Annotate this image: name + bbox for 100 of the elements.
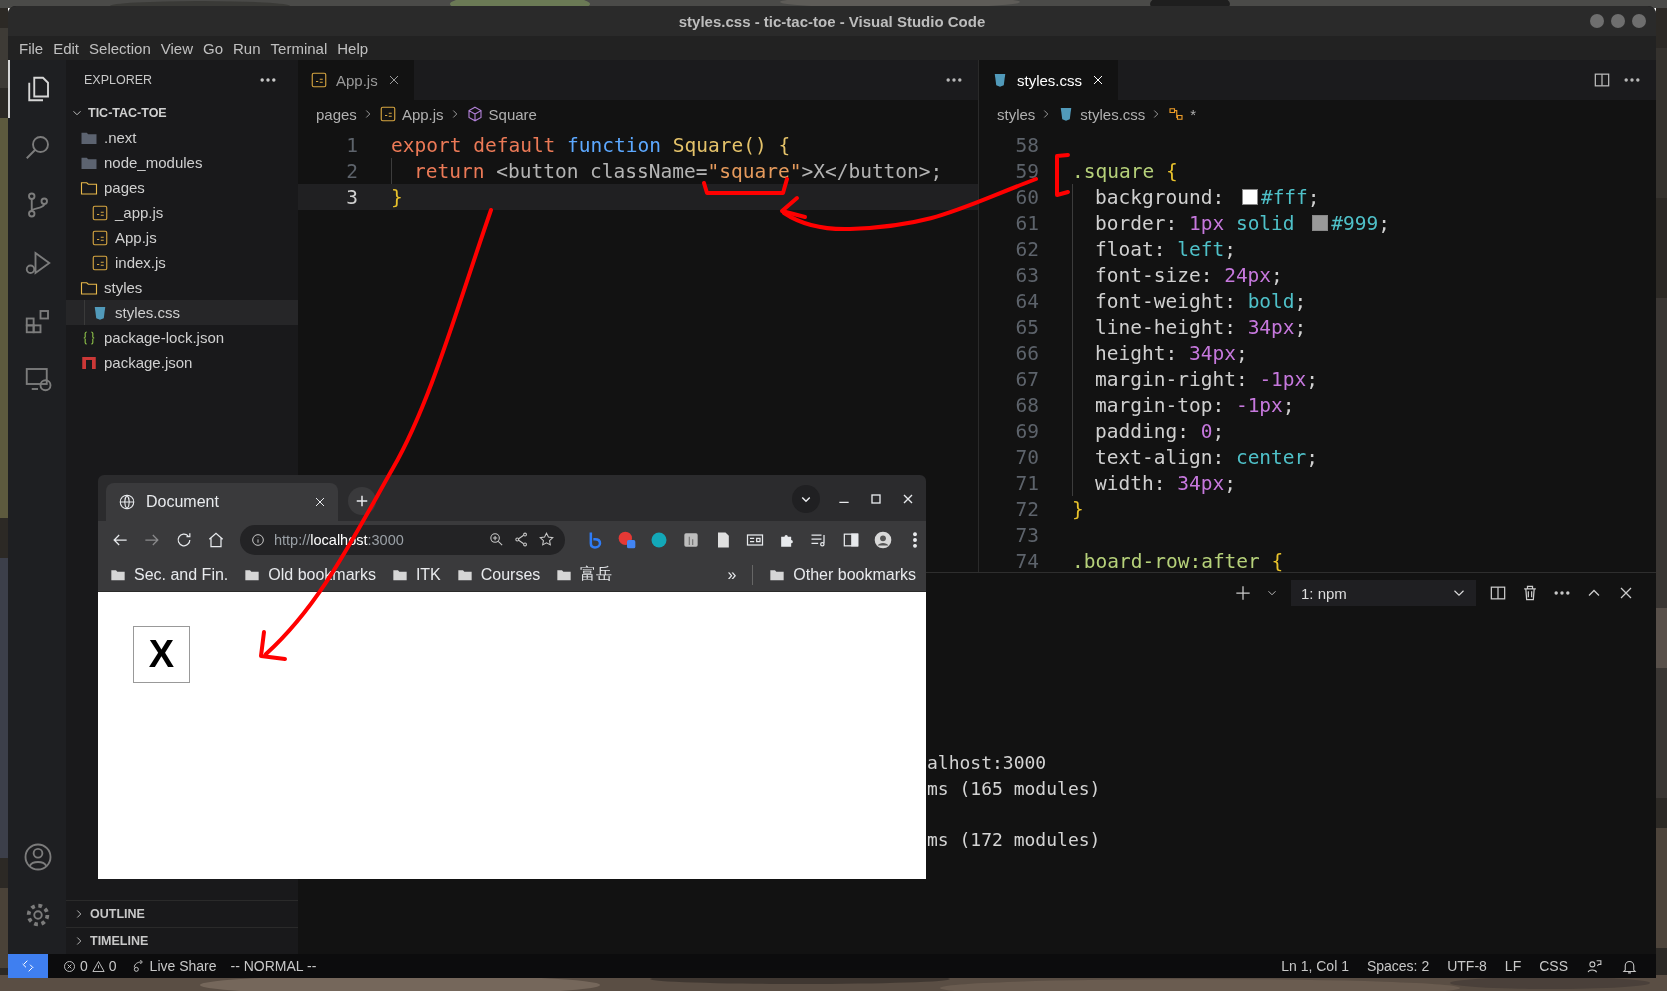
menu-item[interactable]: File <box>14 39 49 57</box>
window-button[interactable] <box>1632 14 1646 28</box>
error-count[interactable]: 0 <box>80 958 88 974</box>
menu-item[interactable]: Selection <box>84 39 156 57</box>
line-number: 71 <box>1014 471 1039 495</box>
file-icon <box>91 253 109 272</box>
line-number: 72 <box>1014 497 1039 521</box>
status-item[interactable]: LF <box>1504 958 1522 974</box>
breadcrumb[interactable]: styles.css <box>1057 105 1146 123</box>
code-line: } <box>1072 496 1084 522</box>
window-button[interactable] <box>1590 14 1604 28</box>
tree-item[interactable]: styles <box>104 279 143 296</box>
code-line: height: 34px; <box>1072 340 1248 366</box>
breadcrumb[interactable]: App.js <box>378 105 444 123</box>
browser-tab[interactable]: Document <box>106 483 338 521</box>
annotation-bracket <box>1055 153 1070 197</box>
line-number: 64 <box>1014 289 1039 313</box>
code-line: } <box>391 184 403 210</box>
bookmark[interactable]: Other bookmarks <box>793 565 916 584</box>
menu-item[interactable]: Edit <box>48 39 85 57</box>
tree-item[interactable]: _app.js <box>115 204 164 221</box>
window-title: styles.css - tic-tac-toe - Visual Studio Code <box>678 12 986 30</box>
bookmark[interactable]: 富岳 <box>580 564 613 585</box>
line-number: 61 <box>1014 211 1039 235</box>
status-item[interactable]: Ln 1, Col 1 <box>1281 958 1349 974</box>
zoom-icon[interactable] <box>488 531 505 548</box>
code-line: .board-row:after { <box>1072 548 1284 572</box>
menu-item[interactable]: Run <box>228 39 266 57</box>
line-number: 2 <box>345 159 358 183</box>
code-line: border: 1px solid #999; <box>1072 210 1391 236</box>
feedback-icon[interactable] <box>1586 957 1603 975</box>
window-button[interactable] <box>1611 14 1625 28</box>
error-icon <box>62 958 77 974</box>
breadcrumb[interactable]: styles <box>997 105 1036 123</box>
live-share-button[interactable]: Live Share <box>149 958 217 974</box>
code-line: text-align: center; <box>1072 444 1319 470</box>
tree-item[interactable]: pages <box>104 179 145 196</box>
warning-count[interactable]: 0 <box>108 958 117 974</box>
file-icon <box>310 71 328 89</box>
menu-item[interactable]: View <box>155 39 198 57</box>
globe-icon <box>118 493 136 511</box>
menu-item[interactable]: Terminal <box>265 39 333 57</box>
code-line: margin-top: -1px; <box>1072 392 1295 418</box>
code-line: export default function Square() { <box>391 132 791 158</box>
tree-item[interactable]: App.js <box>115 229 157 246</box>
line-number: 68 <box>1014 393 1039 417</box>
breadcrumb[interactable]: Square <box>465 105 537 123</box>
cube-icon <box>465 105 484 123</box>
overflow-button[interactable]: » <box>727 565 737 584</box>
menu-item[interactable]: Go <box>198 39 228 57</box>
line-number: 74 <box>1014 549 1039 572</box>
line-number: 1 <box>345 133 358 157</box>
status-item[interactable]: UTF-8 <box>1447 958 1487 974</box>
share-icon[interactable] <box>513 531 530 548</box>
status-item[interactable]: CSS <box>1539 958 1568 974</box>
bookmark[interactable]: Sec. and Fin. <box>134 565 229 584</box>
file-icon <box>91 228 109 247</box>
terminal-line: ms (172 modules) <box>927 828 1102 852</box>
maximize-icon[interactable] <box>868 491 884 507</box>
sidebar-title: EXPLORER <box>84 73 153 87</box>
breadcrumb[interactable]: * <box>1167 105 1197 123</box>
tree-item[interactable]: index.js <box>115 254 166 271</box>
status-item[interactable]: Spaces: 2 <box>1366 958 1430 974</box>
line-number: 58 <box>1014 133 1039 157</box>
editor-tab[interactable]: App.js <box>298 60 414 100</box>
bookmark[interactable]: Courses <box>480 565 541 584</box>
section-header[interactable]: TIMELINE <box>90 934 149 948</box>
breadcrumb[interactable]: pages <box>316 105 357 123</box>
menu-item[interactable]: Help <box>332 39 374 57</box>
line-number: 65 <box>1014 315 1039 339</box>
line-number: 60 <box>1014 185 1039 209</box>
tree-item[interactable]: styles.css <box>115 304 180 321</box>
square-button[interactable]: X <box>133 626 190 683</box>
warning-icon <box>90 958 106 974</box>
code-line: width: 34px; <box>1072 470 1236 496</box>
folder-header[interactable]: TIC-TAC-TOE <box>88 105 167 120</box>
tree-item[interactable]: package.json <box>104 354 193 371</box>
tree-item[interactable]: .next <box>104 129 137 146</box>
remote-icon <box>20 958 36 974</box>
code-line: line-height: 34px; <box>1072 314 1307 340</box>
tree-item[interactable]: node_modules <box>104 154 203 171</box>
bookmark[interactable]: ITK <box>415 565 441 584</box>
terminal-line: ms (165 modules) <box>927 777 1102 801</box>
avatar-icon[interactable] <box>873 529 893 550</box>
editor-tab[interactable]: styles.css <box>979 60 1118 100</box>
status-item[interactable]: -- NORMAL -- <box>230 958 317 974</box>
star-icon[interactable] <box>538 531 555 548</box>
line-number: 66 <box>1014 341 1039 365</box>
section-header[interactable]: OUTLINE <box>90 907 145 921</box>
symbol-icon <box>1167 105 1186 123</box>
extension-icon[interactable] <box>617 529 637 550</box>
line-number: 62 <box>1014 237 1039 261</box>
line-number: 59 <box>1014 159 1039 183</box>
tree-item[interactable]: package-lock.json <box>104 329 225 346</box>
account-icon[interactable] <box>23 842 53 872</box>
code-line: float: left; <box>1072 236 1236 262</box>
terminal-dropdown[interactable]: 1: npm <box>1291 580 1476 606</box>
line-number: 67 <box>1014 367 1039 391</box>
line-number: 63 <box>1014 263 1039 287</box>
plus-icon[interactable] <box>1233 583 1253 603</box>
